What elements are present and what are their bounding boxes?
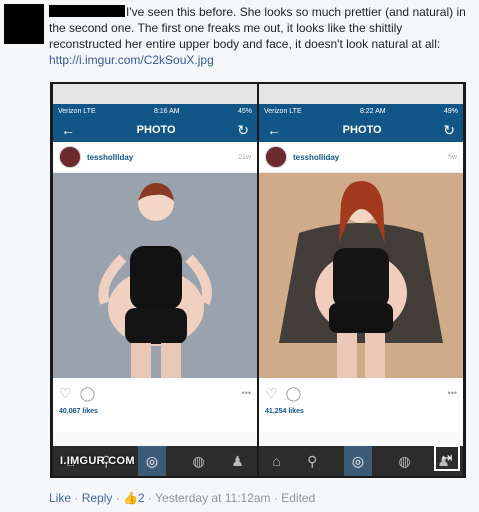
post-header: tessholliday 21w [53, 142, 257, 173]
caption-area [259, 422, 463, 432]
post-age: 21w [238, 153, 251, 161]
post-age: 5w [448, 153, 457, 161]
comment-bubble-icon[interactable]: ◯ [80, 385, 96, 402]
title-bar: ← PHOTO ↻ [259, 118, 463, 142]
more-options-icon[interactable]: ••• [448, 388, 457, 398]
search-icon[interactable]: ⚲ [307, 453, 317, 470]
like-count[interactable]: 41,254 likes [259, 408, 463, 422]
comment-bubble-icon[interactable]: ◯ [286, 385, 302, 402]
like-link[interactable]: Like [49, 491, 71, 505]
post-actions: ♡ ◯ ••• [259, 378, 463, 408]
post-photo[interactable] [259, 173, 463, 378]
comment-footer: Like · Reply · 👍2 · Yesterday at 11:12am… [49, 491, 316, 505]
camera-icon[interactable]: ◎ [137, 446, 167, 476]
right-phone: Verizon LTE 8:22 AM 49% ← PHOTO ↻ tessho… [259, 84, 463, 476]
battery-level: 45% [237, 107, 252, 115]
expand-exit-icon[interactable]: ⇥ [434, 445, 460, 471]
left-phone: Verizon LTE 8:16 AM 45% ← PHOTO ↻ tessho… [53, 84, 257, 476]
caption-area [53, 422, 257, 432]
phone-top-bar [53, 84, 257, 104]
user-avatar[interactable] [59, 146, 81, 168]
status-bar: Verizon LTE 8:22 AM 49% [259, 104, 463, 118]
refresh-icon[interactable]: ↻ [237, 122, 249, 139]
username[interactable]: tessholliday [293, 153, 448, 162]
title-bar: ← PHOTO ↻ [53, 118, 257, 142]
clock: 8:16 AM [153, 107, 180, 115]
username[interactable]: tessholliday [87, 153, 238, 162]
edited-label[interactable]: Edited [281, 491, 315, 505]
imgur-watermark: I.IMGUR.COM [60, 455, 135, 467]
reply-link[interactable]: Reply [82, 491, 113, 505]
heart-icon[interactable]: ♡ [59, 385, 72, 402]
like-count[interactable]: 40,067 likes [53, 408, 257, 422]
post-actions: ♡ ◯ ••• [53, 378, 257, 408]
page-title: PHOTO [136, 124, 176, 136]
post-header: tessholliday 5w [259, 142, 463, 173]
commenter-avatar[interactable] [4, 4, 44, 44]
activity-icon[interactable]: ◍ [399, 453, 411, 470]
page-title: PHOTO [342, 124, 382, 136]
attached-screenshot[interactable]: Verizon LTE 8:16 AM 45% ← PHOTO ↻ tessho… [50, 82, 466, 478]
more-options-icon[interactable]: ••• [242, 388, 251, 398]
user-avatar[interactable] [265, 146, 287, 168]
back-arrow-icon[interactable]: ← [61, 122, 75, 138]
battery-level: 49% [443, 107, 458, 115]
status-bar: Verizon LTE 8:16 AM 45% [53, 104, 257, 118]
thumbs-up-icon[interactable]: 👍 [123, 491, 138, 505]
carrier: Verizon LTE [264, 107, 302, 115]
activity-icon[interactable]: ◍ [193, 453, 205, 470]
clock: 8:22 AM [359, 107, 386, 115]
back-arrow-icon[interactable]: ← [267, 122, 281, 138]
phone-top-bar [259, 84, 463, 104]
carrier: Verizon LTE [58, 107, 96, 115]
timestamp[interactable]: Yesterday at 11:12am [155, 491, 270, 505]
comment-link[interactable]: http://i.imgur.com/C2kSouX.jpg [49, 53, 214, 67]
home-icon[interactable]: ⌂ [272, 453, 280, 469]
refresh-icon[interactable]: ↻ [443, 122, 455, 139]
post-photo[interactable] [53, 173, 257, 378]
profile-icon[interactable]: ♟ [231, 453, 244, 470]
bottom-tab-bar: ⌂ ⚲ ◎ ◍ ♟ [259, 446, 463, 476]
reaction-count[interactable]: 2 [138, 491, 145, 505]
camera-icon[interactable]: ◎ [343, 446, 373, 476]
heart-icon[interactable]: ♡ [265, 385, 278, 402]
redacted-name [49, 5, 125, 17]
comment-body: I've seen this before. She looks so much… [49, 4, 474, 68]
